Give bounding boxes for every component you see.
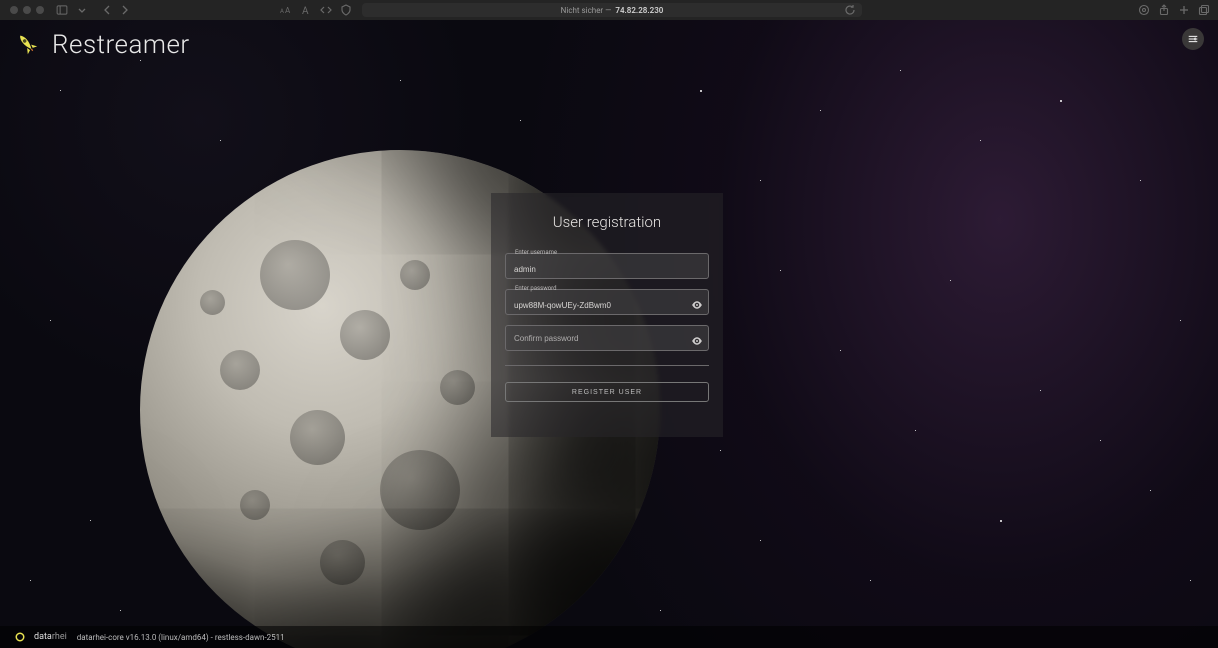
hamburger-menu-button[interactable] [1182, 28, 1204, 50]
divider [505, 365, 709, 366]
password-field: Enter password [505, 289, 709, 315]
sidebar-toggle-icon[interactable] [56, 4, 68, 16]
reload-icon[interactable] [844, 4, 856, 16]
nav-back-icon[interactable] [102, 4, 114, 16]
register-user-button[interactable]: REGISTER USER [505, 382, 709, 402]
rocket-icon [14, 31, 42, 59]
app-header: Restreamer [14, 30, 190, 60]
username-field: Enter username [505, 253, 709, 279]
confirm-password-field [505, 325, 709, 351]
username-label: Enter username [513, 249, 559, 256]
code-icon[interactable] [320, 4, 332, 16]
eye-icon[interactable] [691, 332, 703, 344]
minimize-window-icon[interactable] [23, 6, 31, 14]
address-bar[interactable]: Nicht sicher — 74.82.28.230 [362, 3, 862, 17]
footer-brand: datarhei [34, 632, 67, 642]
close-window-icon[interactable] [10, 6, 18, 14]
help-icon[interactable] [1138, 4, 1150, 16]
svg-text:A: A [285, 6, 291, 15]
footer-bar: datarhei datarhei-core v16.13.0 (linux/a… [0, 626, 1218, 648]
tabs-overview-icon[interactable] [1198, 4, 1210, 16]
card-heading: User registration [553, 213, 661, 231]
confirm-password-input[interactable] [505, 325, 709, 351]
chevron-down-icon[interactable] [76, 4, 88, 16]
app-viewport: // generated inline below via static spa… [0, 20, 1218, 648]
svg-text:A: A [280, 8, 284, 15]
text-size-icon[interactable]: AA [280, 4, 292, 16]
password-input[interactable] [505, 289, 709, 315]
app-title: Restreamer [52, 30, 190, 60]
datarhei-logo-icon [14, 631, 26, 643]
share-icon[interactable] [1158, 4, 1170, 16]
shield-icon[interactable] [340, 4, 352, 16]
svg-text:A: A [302, 6, 309, 16]
registration-card: User registration Enter username Enter p… [491, 193, 723, 437]
username-input[interactable] [505, 253, 709, 279]
reader-icon[interactable]: A [300, 4, 312, 16]
address-host: 74.82.28.230 [615, 6, 663, 15]
new-tab-icon[interactable] [1178, 4, 1190, 16]
maximize-window-icon[interactable] [36, 6, 44, 14]
eye-icon[interactable] [691, 296, 703, 308]
browser-chrome: AA A Nicht sicher — 74.82.28.230 [0, 0, 1218, 20]
footer-meta: datarhei-core v16.13.0 (linux/amd64) - r… [77, 633, 285, 642]
address-prefix: Nicht sicher — [561, 6, 612, 15]
window-traffic-lights[interactable] [10, 6, 44, 14]
password-label: Enter password [513, 285, 559, 292]
nav-forward-icon[interactable] [118, 4, 130, 16]
